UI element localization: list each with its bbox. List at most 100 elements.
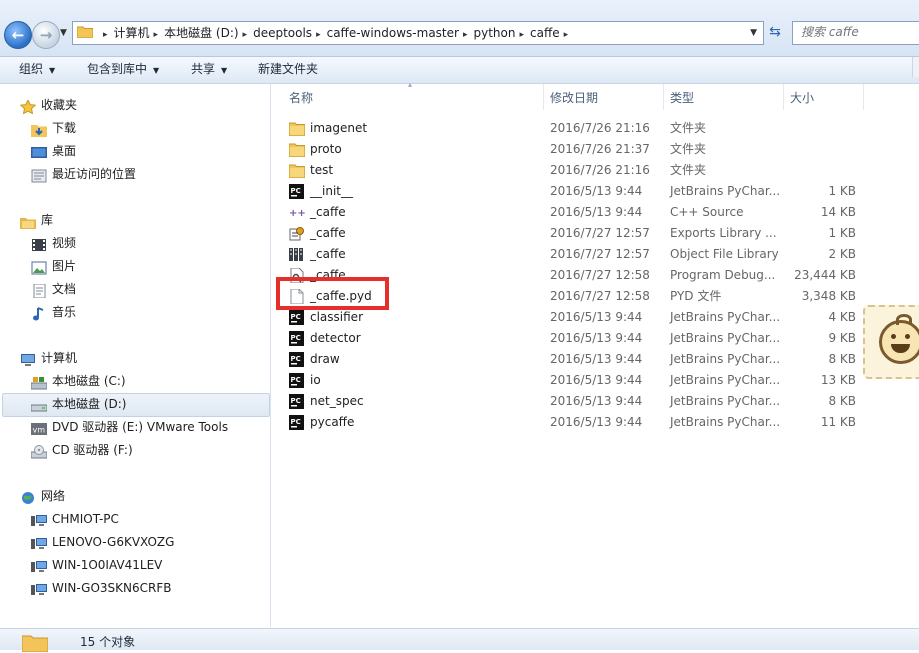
nav-item-videos[interactable]: 视频: [31, 232, 76, 254]
file-modified-date: 2016/7/26 21:16: [550, 121, 650, 135]
nav-item-label: 桌面: [52, 144, 77, 158]
file-row[interactable]: PC net_spec 2016/5/13 9:44 JetBrains PyChar…: [271, 391, 919, 412]
nav-computer-label: 计算机: [41, 351, 78, 365]
breadcrumb-separator-icon[interactable]: ▸: [243, 30, 248, 40]
file-modified-date: 2016/5/13 9:44: [550, 331, 643, 345]
nav-computer[interactable]: 计算机: [20, 347, 77, 369]
breadcrumb-item[interactable]: 本地磁盘 (D:): [164, 26, 238, 40]
file-row[interactable]: PC classifier 2016/5/13 9:44 JetBrains PyCh…: [271, 307, 919, 328]
pycharm-icon: PC: [289, 331, 305, 346]
nav-item-pictures[interactable]: 图片: [31, 255, 76, 277]
file-name: imagenet: [310, 121, 368, 135]
nav-favorites[interactable]: 收藏夹: [19, 94, 77, 116]
folder-icon: [288, 163, 306, 179]
breadcrumb-item[interactable]: caffe-windows-master: [327, 26, 459, 40]
nav-libraries[interactable]: 库: [20, 209, 53, 231]
file-row[interactable]: PC pycaffe 2016/5/13 9:44 JetBrains PyChar.…: [271, 412, 919, 433]
breadcrumb-separator-icon[interactable]: ▸: [154, 30, 159, 40]
floating-assistant-widget[interactable]: [863, 305, 919, 379]
share-button[interactable]: 共享 ▼: [191, 57, 227, 83]
svg-text:vm: vm: [33, 425, 46, 434]
column-header-type[interactable]: 类型: [664, 84, 784, 110]
file-modified-date: 2016/7/26 21:37: [550, 142, 650, 156]
breadcrumb-item[interactable]: caffe: [530, 26, 560, 40]
file-row[interactable]: PC __init__ 2016/5/13 9:44 JetBrains PyChar…: [271, 181, 919, 202]
chevron-down-icon: ▼: [221, 66, 228, 75]
file-row[interactable]: imagenet 2016/7/26 21:16 文件夹: [271, 118, 919, 139]
forward-button[interactable]: →: [32, 21, 60, 49]
nav-network-label: 网络: [41, 489, 66, 503]
breadcrumb-separator-icon[interactable]: ▸: [564, 30, 569, 40]
file-size: 3,348 KB: [801, 289, 856, 303]
breadcrumb-separator-icon[interactable]: ▸: [519, 30, 524, 40]
network-computer-icon: [31, 582, 47, 596]
file-type: 文件夹: [670, 142, 707, 156]
file-row[interactable]: PC draw 2016/5/13 9:44 JetBrains PyChar... 8…: [271, 349, 919, 370]
file-row[interactable]: test 2016/7/26 21:16 文件夹: [271, 160, 919, 181]
pycharm-icon: PC: [289, 352, 305, 367]
exports-library-icon: [289, 226, 305, 241]
new-folder-button[interactable]: 新建文件夹: [258, 57, 318, 83]
nav-item-documents[interactable]: 文档: [31, 278, 76, 300]
toolbar-overflow[interactable]: [912, 57, 919, 77]
chevron-down-icon: ▼: [153, 66, 160, 75]
nav-network[interactable]: 网络: [20, 485, 65, 507]
organize-button[interactable]: 组织 ▼: [19, 57, 55, 83]
refresh-icon[interactable]: ⇆: [764, 21, 786, 43]
include-library-button[interactable]: 包含到库中 ▼: [87, 57, 159, 83]
search-box[interactable]: [792, 21, 919, 45]
history-dropdown-icon[interactable]: ▼: [60, 28, 67, 38]
file-name: draw: [310, 352, 340, 366]
network-icon: [20, 490, 36, 504]
file-name: test: [310, 163, 334, 177]
file-type: Program Debug...: [670, 268, 776, 282]
file-modified-date: 2016/5/13 9:44: [550, 184, 643, 198]
column-header-size[interactable]: 大小: [784, 84, 864, 110]
file-row[interactable]: proto 2016/7/26 21:37 文件夹: [271, 139, 919, 160]
svg-text:PC: PC: [291, 397, 301, 405]
file-size: 1 KB: [828, 184, 856, 198]
file-modified-date: 2016/5/13 9:44: [550, 310, 643, 324]
nav-item-label: 最近访问的位置: [52, 167, 137, 181]
nav-item-network-pc[interactable]: WIN-1O0IAV41LEV: [31, 554, 162, 576]
file-modified-date: 2016/7/27 12:58: [550, 268, 650, 282]
nav-item-network-pc[interactable]: WIN-GO3SKN6CRFB: [31, 577, 171, 599]
nav-item-label: CHMIOT-PC: [52, 512, 119, 526]
breadcrumb-separator-icon[interactable]: ▸: [103, 30, 108, 40]
vmware-dvd-icon: vm: [31, 421, 47, 435]
file-row[interactable]: PC detector 2016/5/13 9:44 JetBrains PyChar…: [271, 328, 919, 349]
breadcrumb-item[interactable]: deeptools: [253, 26, 312, 40]
nav-item-drive-c[interactable]: 本地磁盘 (C:): [30, 370, 126, 392]
back-button[interactable]: ←: [4, 21, 32, 49]
breadcrumb[interactable]: ▸ 计算机 ▸ 本地磁盘 (D:) ▸ deeptools ▸ caffe-windows-m…: [72, 21, 764, 45]
file-modified-date: 2016/5/13 9:44: [550, 205, 643, 219]
nav-item-cd-drive[interactable]: CD 驱动器 (F:): [30, 439, 133, 461]
network-computer-icon: [31, 559, 47, 573]
nav-item-label: 本地磁盘 (C:): [52, 374, 126, 388]
nav-item-network-pc[interactable]: LENOVO-G6KVXOZG: [31, 531, 174, 553]
pycharm-icon: PC: [289, 310, 305, 325]
breadcrumb-item[interactable]: 计算机: [114, 26, 150, 40]
breadcrumb-separator-icon[interactable]: ▸: [316, 30, 321, 40]
file-row[interactable]: _caffe 2016/7/27 12:57 Exports Library ...…: [271, 223, 919, 244]
nav-item-dvd-drive[interactable]: vm DVD 驱动器 (E:) VMware Tools: [31, 416, 228, 438]
column-header-name[interactable]: 名称 ▴: [271, 80, 544, 110]
breadcrumb-separator-icon[interactable]: ▸: [463, 30, 468, 40]
nav-item-network-pc[interactable]: CHMIOT-PC: [31, 508, 119, 530]
file-row[interactable]: _caffe 2016/7/27 12:57 Object File Library…: [271, 244, 919, 265]
search-input[interactable]: [793, 22, 911, 42]
file-modified-date: 2016/5/13 9:44: [550, 373, 643, 387]
address-dropdown-icon[interactable]: ▼: [750, 22, 757, 44]
file-row[interactable]: ++ _caffe 2016/5/13 9:44 C++ Source 14 KB: [271, 202, 919, 223]
nav-item-desktop[interactable]: 桌面: [31, 140, 76, 162]
svg-text:PC: PC: [291, 334, 301, 342]
nav-item-drive-d[interactable]: 本地磁盘 (D:): [30, 393, 126, 415]
file-row[interactable]: PC io 2016/5/13 9:44 JetBrains PyChar... 13 …: [271, 370, 919, 391]
breadcrumb-item[interactable]: python: [473, 26, 515, 40]
nav-item-recent-places[interactable]: 最近访问的位置: [31, 163, 136, 185]
breadcrumb-segments: ▸ 计算机 ▸ 本地磁盘 (D:) ▸ deeptools ▸ caffe-windows-m…: [99, 22, 574, 44]
pycharm-icon: PC: [289, 373, 305, 388]
nav-item-music[interactable]: 音乐: [31, 301, 76, 323]
nav-item-downloads[interactable]: 下载: [31, 117, 76, 139]
column-header-date[interactable]: 修改日期: [544, 84, 664, 110]
